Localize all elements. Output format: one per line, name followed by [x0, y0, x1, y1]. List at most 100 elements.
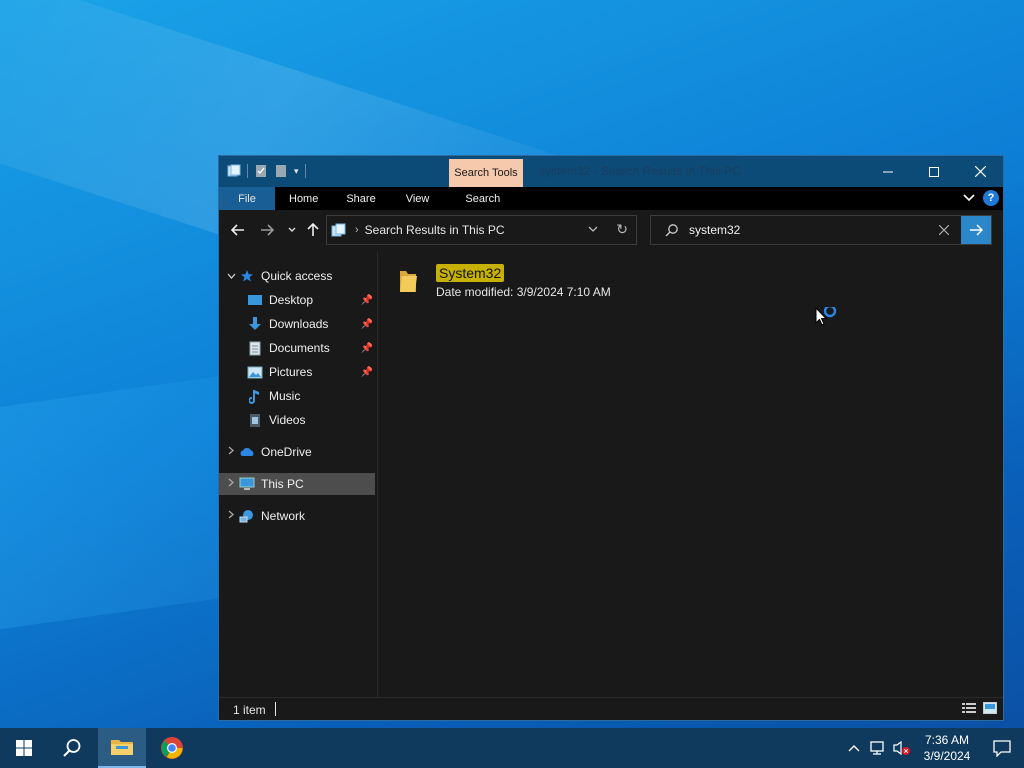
collapse-chevron-icon[interactable]	[223, 271, 239, 282]
pin-icon: 📌	[360, 366, 373, 378]
tab-share[interactable]: Share	[332, 187, 389, 210]
cloud-icon	[239, 444, 255, 460]
separator	[247, 164, 248, 178]
arrow-up-icon	[307, 223, 319, 236]
file-explorer-window: ▾ Search Tools system32 - Search Results…	[218, 155, 1004, 721]
network-icon	[239, 508, 255, 524]
close-button[interactable]	[957, 156, 1003, 187]
network-icon	[870, 741, 884, 755]
tab-search[interactable]: Search	[445, 187, 520, 210]
result-name[interactable]: System32	[436, 264, 505, 282]
tab-file[interactable]: File	[219, 187, 275, 210]
address-bar[interactable]: › Search Results in This PC ↻	[326, 215, 637, 245]
sidebar-item-network[interactable]: Network	[219, 505, 375, 527]
start-button[interactable]	[0, 728, 48, 768]
file-explorer-icon	[111, 740, 133, 755]
search-icon	[63, 739, 81, 757]
ribbon-tabs: File Home Share View Search ?	[219, 187, 1003, 210]
separator	[275, 702, 276, 716]
network-tray-button[interactable]	[866, 728, 890, 768]
arrow-right-icon	[970, 224, 983, 236]
sidebar-item-label: Pictures	[269, 365, 313, 379]
help-icon[interactable]: ?	[983, 190, 999, 206]
sidebar-item-label: Network	[261, 509, 306, 523]
clock[interactable]: 7:36 AM 3/9/2024	[914, 728, 980, 768]
explorer-window-icon[interactable]	[227, 164, 241, 178]
arrow-right-icon	[261, 224, 274, 236]
tab-search-tools[interactable]: Search Tools	[449, 159, 523, 187]
minimize-button[interactable]	[865, 156, 911, 187]
recent-locations-button[interactable]	[283, 221, 301, 239]
pictures-icon	[247, 364, 263, 380]
sidebar-item-documents[interactable]: Documents 📌	[219, 337, 375, 359]
forward-button[interactable]	[258, 221, 276, 239]
desktop-icon	[247, 292, 263, 308]
maximize-button[interactable]	[911, 156, 957, 187]
sidebar-item-quick-access[interactable]: Quick access	[219, 265, 375, 287]
tab-home[interactable]: Home	[275, 187, 332, 210]
item-count: 1 item	[233, 703, 266, 717]
sidebar-item-label: Documents	[269, 341, 330, 355]
breadcrumb-chevron-icon[interactable]: ›	[355, 224, 359, 236]
sidebar-item-label: Quick access	[261, 269, 333, 283]
up-button[interactable]	[304, 221, 322, 239]
large-icons-view-icon[interactable]	[983, 702, 997, 714]
action-center-button[interactable]	[980, 728, 1024, 768]
sidebar-item-label: This PC	[261, 477, 304, 491]
busy-cursor-icon	[815, 307, 837, 326]
pin-icon: 📌	[360, 294, 373, 306]
address-dropdown-icon[interactable]	[588, 223, 598, 235]
taskbar: 7:36 AM 3/9/2024	[0, 728, 1024, 768]
title-bar[interactable]: ▾ Search Tools system32 - Search Results…	[219, 156, 1003, 187]
chrome-taskbar-button[interactable]	[148, 728, 196, 768]
windows-logo-icon	[16, 740, 32, 756]
tab-view[interactable]: View	[390, 187, 446, 210]
properties-icon[interactable]	[254, 164, 268, 178]
pin-icon: 📌	[360, 318, 373, 330]
sidebar-item-pictures[interactable]: Pictures 📌	[219, 361, 375, 383]
list-item[interactable]: System32 Date modified: 3/9/2024 7:10 AM	[398, 264, 611, 299]
download-icon	[247, 316, 263, 332]
star-icon	[239, 268, 255, 284]
document-icon	[247, 340, 263, 356]
back-button[interactable]	[229, 221, 247, 239]
show-hidden-icons-button[interactable]	[842, 728, 866, 768]
video-icon	[247, 412, 263, 428]
chrome-icon	[161, 737, 183, 759]
result-date-modified: Date modified: 3/9/2024 7:10 AM	[436, 285, 611, 299]
minimize-icon	[883, 171, 893, 172]
sidebar-item-desktop[interactable]: Desktop 📌	[219, 289, 375, 311]
notification-icon	[993, 739, 1011, 757]
separator	[304, 164, 306, 178]
refresh-icon[interactable]: ↻	[616, 221, 628, 238]
navigation-bar: › Search Results in This PC ↻ system32	[219, 210, 1003, 252]
sidebar-item-downloads[interactable]: Downloads 📌	[219, 313, 375, 335]
search-results-icon	[331, 223, 346, 237]
breadcrumb[interactable]: Search Results in This PC	[365, 223, 505, 237]
clock-time: 7:36 AM	[924, 733, 970, 747]
sidebar-item-videos[interactable]: Videos	[219, 409, 375, 431]
folder-icon	[400, 271, 417, 292]
details-view-icon[interactable]	[961, 702, 977, 714]
clear-search-icon[interactable]	[938, 222, 950, 238]
customize-toolbar-icon[interactable]: ▾	[294, 166, 299, 177]
arrow-left-icon	[231, 224, 244, 236]
results-pane[interactable]: System32 Date modified: 3/9/2024 7:10 AM	[378, 252, 1003, 697]
sidebar-item-onedrive[interactable]: OneDrive	[219, 441, 375, 463]
sidebar-item-this-pc[interactable]: This PC	[219, 473, 375, 495]
search-box[interactable]: system32	[650, 215, 992, 245]
volume-tray-button[interactable]	[890, 728, 914, 768]
search-input[interactable]: system32	[689, 223, 740, 237]
expand-chevron-icon[interactable]	[223, 478, 239, 490]
expand-chevron-icon[interactable]	[223, 446, 239, 458]
volume-muted-icon	[893, 740, 910, 756]
sidebar-item-music[interactable]: Music	[219, 385, 375, 407]
clock-date: 3/9/2024	[923, 749, 971, 763]
expand-chevron-icon[interactable]	[223, 510, 239, 522]
search-button[interactable]	[48, 728, 96, 768]
file-explorer-taskbar-button[interactable]	[98, 728, 146, 768]
expand-ribbon-icon[interactable]	[963, 193, 975, 203]
search-go-button[interactable]	[961, 216, 991, 244]
close-icon	[974, 166, 986, 177]
new-folder-icon[interactable]	[274, 164, 288, 178]
